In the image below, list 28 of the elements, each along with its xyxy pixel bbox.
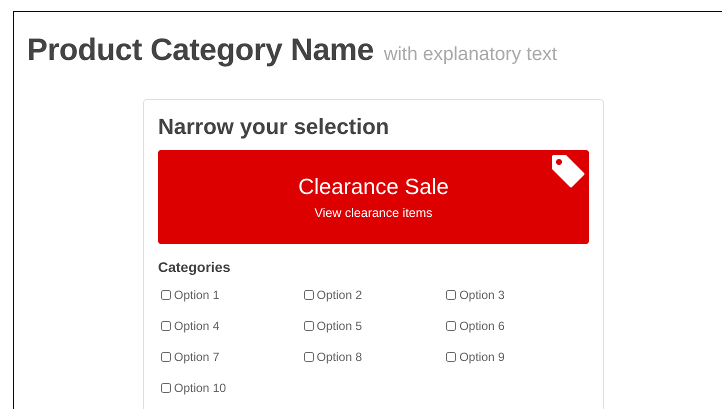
category-option[interactable]: Option 7	[161, 347, 304, 366]
categories-heading: Categories	[158, 259, 232, 275]
category-option[interactable]: Option 2	[304, 285, 446, 304]
category-option[interactable]: Option 10	[161, 378, 304, 397]
category-option[interactable]: Option 5	[304, 316, 446, 335]
checkbox[interactable]	[304, 320, 314, 330]
page-title: Product Category Name	[27, 32, 374, 68]
banner-link[interactable]: View clearance items	[314, 206, 432, 220]
checkbox[interactable]	[304, 290, 314, 300]
category-option[interactable]: Option 4	[161, 316, 304, 335]
clearance-banner[interactable]: Clearance Sale View clearance items	[158, 150, 589, 244]
checkbox[interactable]	[161, 290, 171, 300]
checkbox[interactable]	[161, 320, 171, 330]
category-option[interactable]: Option 8	[304, 347, 446, 366]
checkbox[interactable]	[446, 320, 456, 330]
banner-title: Clearance Sale	[298, 174, 449, 200]
category-option[interactable]: Option 6	[446, 316, 589, 335]
checkbox[interactable]	[161, 382, 171, 392]
category-option[interactable]: Option 9	[446, 347, 589, 366]
panel-title: Narrow your selection	[158, 114, 390, 140]
checkbox[interactable]	[161, 352, 171, 362]
category-option[interactable]: Option 1	[161, 285, 304, 304]
checkbox[interactable]	[446, 352, 456, 362]
page-subtitle: with explanatory text	[384, 44, 558, 66]
checkbox[interactable]	[446, 290, 456, 300]
category-option[interactable]: Option 3	[446, 285, 589, 304]
price-tag-icon	[550, 153, 586, 189]
checkbox[interactable]	[304, 352, 314, 362]
